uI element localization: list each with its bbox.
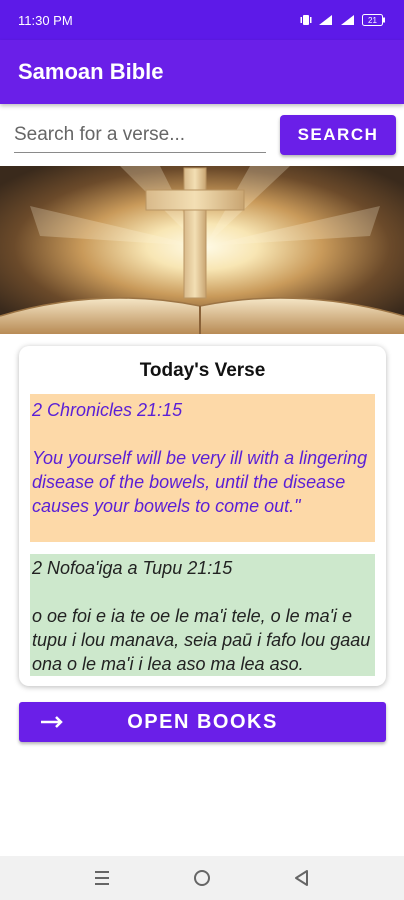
samoan-verse: 2 Nofoa'iga a Tupu 21:15 o oe foi e ia t… — [30, 554, 375, 676]
open-books-button[interactable]: OPEN BOOKS — [19, 702, 386, 742]
english-verse-text: You yourself will be very ill with a lin… — [32, 448, 368, 516]
card-title: Today's Verse — [139, 360, 266, 381]
battery-level: 21 — [368, 16, 377, 25]
signal-icon-2 — [341, 15, 354, 25]
search-input[interactable] — [14, 117, 266, 153]
status-time: 11:30 PM — [18, 12, 73, 28]
english-verse: 2 Chronicles 21:15 You yourself will be … — [30, 394, 375, 542]
home-icon[interactable] — [192, 868, 212, 888]
battery-icon: 21 — [362, 14, 385, 26]
todays-verse-card: Today's Verse 2 Chronicles 21:15 You you… — [19, 346, 386, 686]
samoan-verse-text: o oe foi e ia te oe le ma'i tele, o le m… — [32, 606, 371, 674]
vibrate-icon — [300, 15, 312, 25]
back-icon[interactable] — [292, 868, 312, 888]
recents-icon[interactable] — [92, 868, 112, 888]
open-books-label: OPEN BOOKS — [127, 710, 278, 733]
signal-icon-1 — [319, 15, 332, 25]
search-row: SEARCH — [0, 104, 404, 166]
right-arrow-icon — [41, 716, 63, 728]
search-button[interactable]: SEARCH — [280, 115, 396, 155]
status-bar: 11:30 PM 21 — [0, 0, 404, 40]
app-title: Samoan Bible — [18, 59, 164, 84]
samoan-verse-reference: 2 Nofoa'iga a Tupu 21:15 — [32, 558, 233, 578]
app-bar: Samoan Bible — [0, 40, 404, 104]
english-verse-reference: 2 Chronicles 21:15 — [32, 400, 183, 420]
status-icons: 21 — [300, 14, 386, 26]
system-nav-bar — [0, 856, 404, 900]
hero-image — [0, 166, 404, 334]
cross-bible-image — [0, 166, 404, 334]
